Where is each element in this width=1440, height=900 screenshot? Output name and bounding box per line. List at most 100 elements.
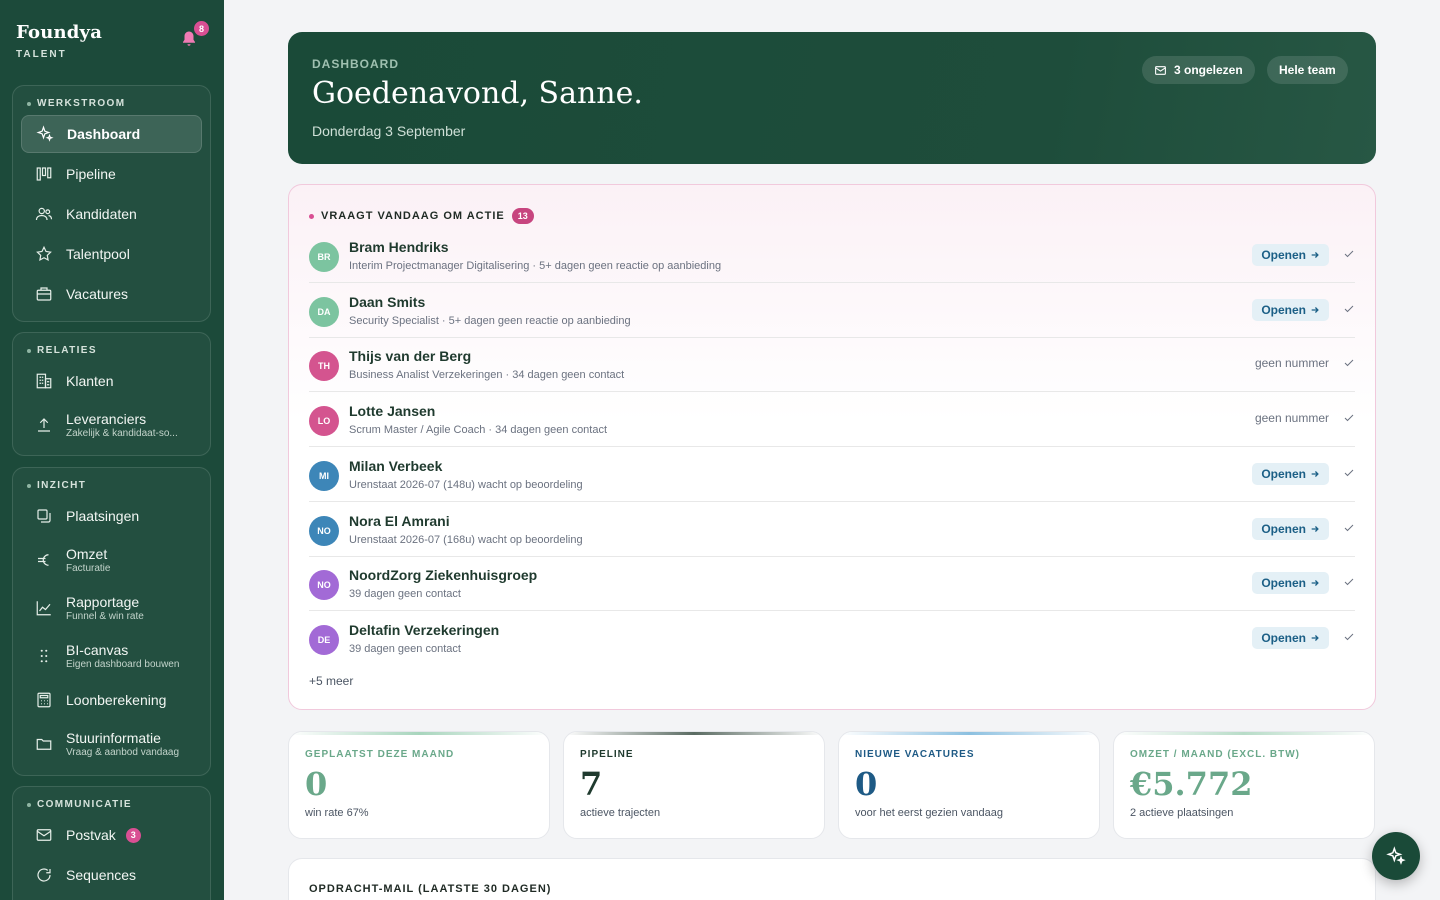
nav-group-werkstroom: WERKSTROOM Dashboard Pipeline Kandidaten… [12,85,211,322]
arrow-right-icon [1311,306,1319,313]
sidebar-item-postvak[interactable]: Postvak 3 [21,816,202,854]
assistant-button[interactable] [1372,832,1420,880]
nav-group-inzicht: INZICHT Plaatsingen Omzet Facturatie Rapp… [12,467,211,776]
more-link[interactable]: +5 meer [309,674,353,688]
group-title: COMMUNICATIE [27,799,132,810]
sidebar-item-stuurinformatie[interactable]: Stuurinformatie Vraag & aanbod vandaag [21,725,202,763]
upload-icon [38,418,50,432]
row-name: Thijs van der Berg [349,348,472,365]
brand-logo[interactable]: Foundya TALENT [16,22,102,60]
avatar: DE [309,624,339,655]
sidebar-item-label: Stuurinformatie [66,730,161,746]
kpi-card[interactable]: OMZET / MAAND (EXCL. BTW) €5.772 2 actieve… [1113,731,1375,839]
dashboard-header: DASHBOARD Goedenavond, Sanne. Donderdag … [288,32,1376,164]
row-subtitle: Interim Projectmanager Digitalisering · … [349,260,722,272]
euro-icon [38,554,49,566]
row-subtitle: 39 dagen geen contact [349,642,461,655]
open-button[interactable]: Openen [1252,462,1329,485]
kpi-accent-bar [289,732,549,735]
sidebar-item-sub: Zakelijk & kandidaat-so... [66,428,178,439]
sidebar-item-kandidaten[interactable]: Kandidaten [21,195,202,233]
action-count-badge: 13 [511,208,534,224]
check-icon[interactable] [1343,357,1355,369]
sidebar-item-label: Sequences [66,867,137,883]
mail-icon [36,829,52,841]
kpi-value: 7 [580,765,603,803]
action-row[interactable]: BR Bram Hendriks Interim Projectmanager Di… [309,229,1355,283]
open-button[interactable]: Openen [1252,626,1329,649]
avatar: DA [309,296,339,327]
kpi-label: GEPLAATST DEZE MAAND [305,749,455,760]
kpi-subtitle: actieve trajecten [580,807,661,819]
row-name: Deltafin Verzekeringen [349,621,500,638]
kanban-icon [36,167,52,181]
sidebar-item-leveranciers[interactable]: Leveranciers Zakelijk & kandidaat-so... [21,406,202,444]
star-icon [36,245,52,262]
team-filter-button[interactable]: Hele team [1267,56,1348,84]
row-name: Milan Verbeek [349,457,443,474]
sidebar-item-loonberekening[interactable]: Loonberekening [21,681,202,719]
action-row[interactable]: NO Nora El Amrani Urenstaat 2026-07 (168u)… [309,503,1355,557]
sidebar-item-talentpool[interactable]: Talentpool [21,235,202,273]
arrow-right-icon [1311,470,1319,477]
notification-badge: 8 [194,21,209,36]
avatar: NO [309,570,339,601]
sparkle-icon [1386,846,1406,865]
check-icon[interactable] [1343,248,1355,260]
sparkle-icon [36,125,54,142]
action-row[interactable]: DA Daan Smits Security Specialist · 5+ dag… [309,284,1355,338]
action-row[interactable]: LO Lotte Jansen Scrum Master / Agile Coach… [309,393,1355,448]
action-row[interactable]: DE Deltafin Verzekeringen 39 dagen geen co… [309,612,1355,666]
sidebar-item-omzet[interactable]: Omzet Facturatie [21,541,202,579]
kpi-card[interactable]: NIEUWE VACATURES 0 voor het eerst gezien v… [838,731,1100,839]
kpi-accent-bar [564,732,824,735]
open-button[interactable]: Openen [1252,517,1329,540]
unread-button[interactable]: 3 ongelezen [1142,56,1255,84]
sidebar-item-klanten[interactable]: Klanten [21,362,202,400]
grid-dots-icon [40,649,48,663]
open-button[interactable]: Openen [1252,572,1329,595]
check-icon[interactable] [1343,467,1355,479]
sidebar-item-sequences[interactable]: Sequences [21,856,202,894]
unread-label: 3 ongelezen [1174,63,1243,77]
sidebar-item-dashboard[interactable]: Dashboard [21,115,202,153]
group-title: WERKSTROOM [27,98,125,109]
kpi-value: 0 [855,765,878,803]
open-button[interactable]: Openen [1252,298,1329,321]
avatar: TH [309,351,339,382]
action-row[interactable]: TH Thijs van der Berg Business Analist Ver… [309,338,1355,393]
kpi-card[interactable]: PIPELINE 7 actieve trajecten [563,731,825,839]
check-icon[interactable] [1343,522,1355,534]
kpi-card[interactable]: GEPLAATST DEZE MAAND 0 win rate 67% [288,731,550,839]
check-icon[interactable] [1343,631,1355,643]
action-row[interactable]: MI Milan Verbeek Urenstaat 2026-07 (148u) … [309,448,1355,502]
avatar: MI [309,460,339,491]
sidebar-item-vacatures[interactable]: Vacatures [21,275,202,313]
brand-sub: TALENT [16,49,67,60]
sidebar: Foundya TALENT 8 WERKSTROOM Dashboard Pi… [0,0,224,900]
action-row[interactable]: NO NoordZorg Ziekenhuisgroep 39 dagen geen… [309,557,1355,612]
row-subtitle: Urenstaat 2026-07 (168u) wacht op beoord… [349,533,583,546]
kpi-label: OMZET / MAAND (EXCL. BTW) [1130,749,1300,760]
arrow-right-icon [1311,252,1319,258]
check-icon[interactable] [1343,303,1355,315]
check-icon[interactable] [1343,412,1355,424]
sidebar-item-pipeline[interactable]: Pipeline [21,155,202,193]
group-title: INZICHT [27,480,86,491]
nav-group-communicatie: COMMUNICATIE Postvak 3 Sequences [12,786,211,900]
sidebar-item-bi-canvas[interactable]: BI-canvas Eigen dashboard bouwen [21,637,202,675]
sidebar-item-label: Klanten [66,373,114,389]
check-icon[interactable] [1343,576,1355,588]
copy-icon [37,509,51,523]
sidebar-item-plaatsingen[interactable]: Plaatsingen [21,497,202,535]
building-icon [36,373,52,389]
arrow-right-icon [1311,525,1319,532]
sidebar-item-label: Postvak [66,827,116,843]
sidebar-item-rapportage[interactable]: Rapportage Funnel & win rate [21,589,202,627]
no-number-label: geen nummer [1254,411,1329,426]
open-button[interactable]: Openen [1252,244,1329,266]
no-number-label: geen nummer [1254,356,1329,371]
kpi-label: PIPELINE [580,749,634,760]
sidebar-item-label: Omzet [66,546,108,562]
mail-icon [1155,65,1166,75]
